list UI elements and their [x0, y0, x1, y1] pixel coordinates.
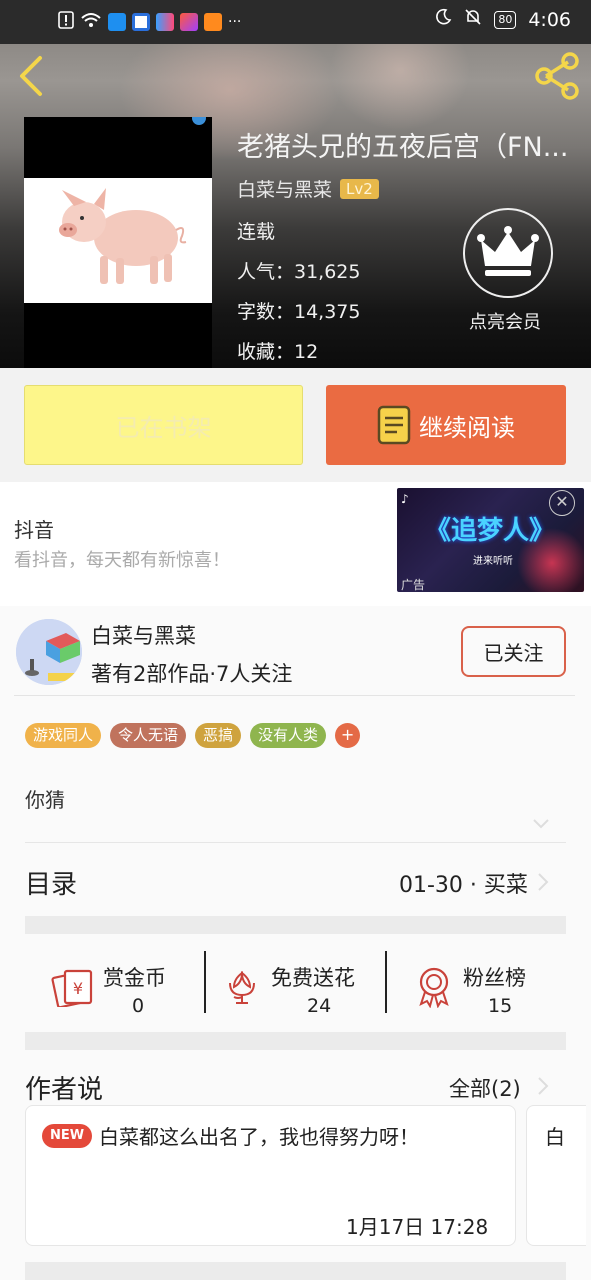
level-badge: Lv2 [340, 178, 379, 199]
author-name[interactable]: 白菜与黑菜 [91, 620, 196, 650]
tag-chip[interactable]: 游戏同人 [25, 723, 102, 748]
tag-chip[interactable]: 令人无语 [110, 723, 187, 748]
stat-label: 免费送花 [271, 966, 355, 990]
ad-subtitle: 看抖音，每天都有新惊喜！ [14, 550, 230, 571]
tiktok-icon: ♪ [401, 492, 409, 506]
add-tag-button[interactable]: + [335, 723, 361, 748]
red-envelope-icon: ¥ [51, 969, 93, 1007]
author-message-card[interactable]: NEW 白菜都这么出名了，我也得努力呀！ 1月17日 17:28 [25, 1105, 516, 1246]
tag-chip[interactable]: 恶搞 [195, 723, 242, 748]
stats-row: ¥ 赏金币 0 免费送花 24 粉丝榜 15 [25, 934, 566, 1034]
status-icons-left: ··· [58, 11, 241, 33]
chevron-left-icon [20, 56, 42, 96]
stat-label: 赏金币 [103, 966, 166, 990]
alert-icon [58, 11, 74, 33]
pig-illustration [59, 188, 187, 284]
author-says-title: 作者说 [25, 1075, 104, 1105]
back-button[interactable] [12, 54, 52, 98]
cover-dot [192, 117, 206, 125]
vip-label[interactable]: 点亮会员 [469, 308, 541, 334]
new-badge: NEW [42, 1124, 92, 1148]
book-status: 连载 [237, 221, 276, 243]
book-detail-body: 白菜与黑菜 著有2部作品·7人关注 已关注 游戏同人 令人无语 恶搞 没有人类 … [0, 606, 591, 1280]
toc-latest-chapter[interactable]: 01-30 · 买菜 [399, 867, 528, 899]
chevron-down-icon[interactable] [532, 818, 550, 830]
continue-reading-button[interactable]: 继续阅读 [326, 385, 566, 465]
medal-icon [419, 967, 449, 1008]
author-message-text: 白菜都这么出名了，我也得努力呀！ [99, 1125, 419, 1149]
app-notification-icon [108, 13, 126, 31]
more-notifications: ··· [228, 14, 242, 30]
book-description: 你猜 [25, 788, 65, 812]
follow-button[interactable]: 已关注 [461, 626, 566, 677]
book-title: 老猪头兄的五夜后宫（FN... [237, 132, 569, 163]
flower-icon [229, 970, 255, 1004]
toc-title[interactable]: 目录 [25, 864, 77, 901]
app-notification-icon [132, 13, 150, 31]
author-meta: 著有2部作品·7人关注 [91, 662, 293, 686]
stat-value: 0 [132, 995, 145, 1017]
book-header: ··· 80 4:06 老猪头兄的五夜后宫（FN... 白菜与黑菜 Lv2 连载… [0, 0, 591, 368]
section-gap [25, 1032, 566, 1050]
book-word-count: 字数：14,375 [237, 301, 361, 323]
clock: 4:06 [528, 8, 571, 31]
section-gap [25, 1262, 566, 1280]
cover-image [24, 178, 212, 303]
stat-reward[interactable]: ¥ 赏金币 0 [25, 934, 205, 1034]
stat-flowers[interactable]: 免费送花 24 [206, 934, 386, 1034]
ad-image[interactable]: ♪ 《追梦人》 进来听听 广告 ✕ [397, 488, 584, 592]
author-says-all[interactable]: 全部(2) [449, 1073, 521, 1103]
tag-list: 游戏同人 令人无语 恶搞 没有人类 + [25, 723, 361, 748]
app-notification-icon [180, 13, 198, 31]
battery-indicator: 80 [494, 10, 517, 29]
ad-image-title: 《追梦人》 [425, 516, 556, 546]
on-shelf-button[interactable]: 已在书架 [24, 385, 303, 465]
avatar-image [16, 619, 82, 685]
vip-button[interactable] [463, 208, 553, 298]
book-popularity: 人气：31,625 [237, 261, 361, 283]
app-notification-icon [156, 13, 174, 31]
author-message-date: 1月17日 17:28 [346, 1215, 489, 1239]
ad-banner[interactable]: 抖音 看抖音，每天都有新惊喜！ ♪ 《追梦人》 进来听听 广告 ✕ [0, 482, 591, 606]
avatar[interactable] [16, 619, 82, 685]
continue-reading-label: 继续阅读 [419, 413, 515, 442]
follow-label: 已关注 [483, 641, 544, 665]
action-row: 已在书架 继续阅读 [0, 368, 591, 482]
stat-value: 24 [307, 995, 332, 1017]
author-message-text: 白 [545, 1125, 565, 1149]
ad-image-subtitle: 进来听听 [473, 556, 513, 567]
book-cover[interactable] [24, 117, 212, 368]
ad-title: 抖音 [14, 518, 54, 542]
share-button[interactable] [532, 52, 582, 100]
divider [25, 842, 566, 843]
status-bar: ··· 80 4:06 [0, 0, 591, 44]
stat-value: 15 [488, 995, 513, 1017]
share-icon [535, 52, 579, 100]
book-author[interactable]: 白菜与黑菜 [237, 175, 332, 202]
book-favorites: 收藏：12 [237, 341, 319, 363]
chevron-right-icon[interactable] [536, 1075, 550, 1097]
ad-tag: 广告 [401, 578, 426, 592]
section-gap [25, 916, 566, 934]
stat-label: 粉丝榜 [463, 966, 526, 990]
stat-fans[interactable]: 粉丝榜 15 [387, 934, 566, 1034]
divider [14, 695, 575, 696]
status-icons-right: 80 4:06 [434, 8, 571, 31]
ad-close-button[interactable]: ✕ [549, 490, 575, 516]
app-notification-icon [204, 13, 222, 31]
svg-text:¥: ¥ [73, 979, 83, 998]
tag-chip[interactable]: 没有人类 [250, 723, 327, 748]
moon-icon [434, 8, 452, 31]
author-message-card[interactable]: 白 [526, 1105, 586, 1246]
book-author-line: 白菜与黑菜 Lv2 [237, 175, 379, 202]
crown-icon [477, 226, 539, 276]
wifi-icon [80, 11, 102, 33]
book-icon [377, 405, 411, 445]
on-shelf-label: 已在书架 [115, 413, 212, 442]
chevron-right-icon[interactable] [536, 871, 550, 893]
mute-bell-icon [464, 8, 482, 31]
